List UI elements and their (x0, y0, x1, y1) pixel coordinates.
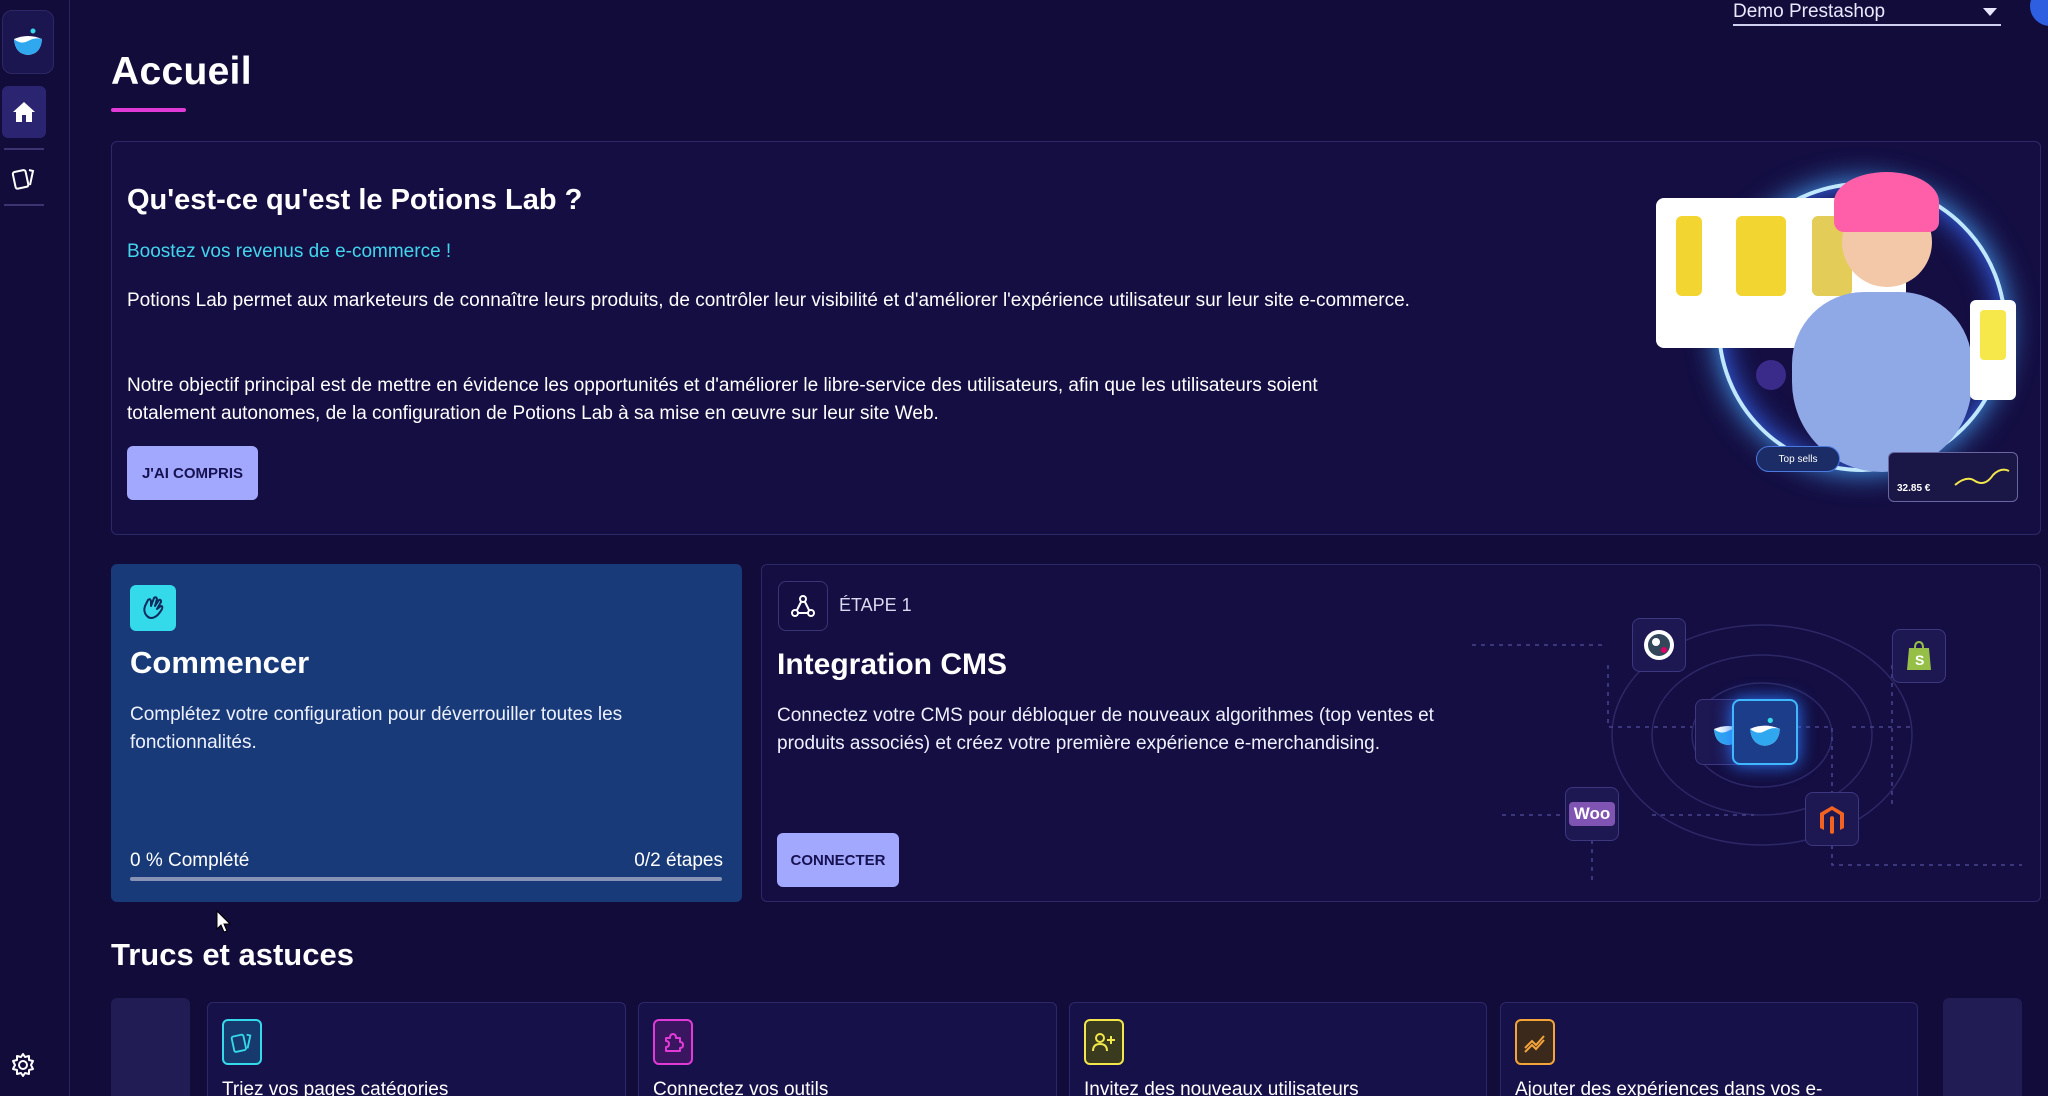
intro-title: Qu'est-ce qu'est le Potions Lab ? (127, 184, 583, 216)
badge-icon (1756, 360, 1786, 390)
person-hat (1834, 172, 1939, 232)
tips-title: Trucs et astuces (111, 937, 354, 972)
sales-card: 32.85 € (1888, 452, 2018, 502)
magento-logo-icon (1805, 792, 1859, 846)
start-title: Commencer (130, 645, 310, 680)
home-icon (13, 102, 35, 122)
connect-button[interactable]: CONNECTER (777, 833, 899, 887)
mouse-cursor-icon (216, 910, 232, 933)
understood-button[interactable]: J'AI COMPRIS (127, 446, 258, 500)
progress-label: 0 % Complété (130, 850, 250, 871)
wave-hand-icon (130, 585, 176, 631)
top-sells-pill: Top sells (1756, 446, 1840, 472)
tip-label: Ajouter des expériences dans vos e- (1515, 1079, 1823, 1096)
app-logo[interactable] (2, 10, 54, 74)
potion-center-node (1732, 699, 1798, 765)
phone-card (1970, 300, 2016, 400)
sidebar (0, 0, 70, 1096)
shopify-logo-icon: S (1892, 629, 1946, 683)
store-selector[interactable]: Demo Prestashop (1733, 0, 2001, 26)
tip-card-invite-users[interactable]: Invitez des nouveaux utilisateurs (1069, 1002, 1487, 1096)
tip-label: Invitez des nouveaux utilisateurs (1084, 1079, 1359, 1096)
start-description: Complétez votre configuration pour déver… (130, 704, 623, 753)
svg-text:S: S (1915, 652, 1924, 668)
intro-subtitle: Boostez vos revenus de e-commerce ! (127, 241, 452, 262)
cms-integration-card: ÉTAPE 1 Integration CMS Connectez votre … (761, 564, 2041, 902)
caret-down-icon (1983, 8, 1997, 16)
avatar[interactable] (2030, 0, 2048, 26)
cards-icon (11, 169, 35, 190)
sidebar-item-home[interactable] (2, 86, 46, 138)
store-selector-value: Demo Prestashop (1733, 1, 1886, 22)
sparkline-icon (1954, 468, 2010, 486)
woocommerce-logo-icon: Woo (1565, 787, 1619, 841)
sidebar-item-merchandising[interactable] (6, 160, 42, 196)
add-user-icon (1084, 1019, 1124, 1065)
tip-card-connect-tools[interactable]: Connectez vos outils (638, 1002, 1057, 1096)
cards-icon (222, 1019, 262, 1065)
title-underline (111, 108, 186, 112)
start-card: Commencer Complétez votre configuration … (111, 564, 742, 902)
person-illustration (1792, 292, 1972, 472)
cms-network-illustration: S Woo (1462, 565, 2040, 901)
tip-card-sort-categories[interactable]: Triez vos pages catégories (207, 1002, 626, 1096)
progress-steps: 0/2 étapes (634, 850, 723, 871)
puzzle-icon (653, 1019, 693, 1065)
sales-card-value: 32.85 € (1897, 483, 1931, 494)
gear-icon (12, 1053, 34, 1077)
progress-bar (130, 877, 722, 881)
prestashop-logo-icon (1632, 618, 1686, 672)
intro-paragraph-2: Notre objectif principal est de mettre e… (127, 375, 1318, 424)
intro-illustration: Top sells 32.85 € (1542, 142, 2042, 536)
cms-description: Connectez votre CMS pour débloquer de no… (777, 705, 1434, 754)
trend-icon (1515, 1019, 1555, 1065)
carousel-prev-card[interactable] (111, 998, 190, 1096)
cms-step-label: ÉTAPE 1 (839, 595, 912, 615)
sidebar-item-settings[interactable] (8, 1050, 38, 1080)
tip-label: Connectez vos outils (653, 1079, 829, 1096)
carousel-next-card[interactable] (1943, 998, 2022, 1096)
potion-logo-icon (14, 28, 42, 55)
network-icon (778, 581, 828, 631)
page-title: Accueil (111, 50, 252, 93)
tip-card-add-experiences[interactable]: Ajouter des expériences dans vos e- (1500, 1002, 1918, 1096)
product-image (1736, 216, 1786, 296)
cms-title: Integration CMS (777, 648, 1007, 681)
sidebar-divider (4, 148, 44, 150)
tip-label: Triez vos pages catégories (222, 1079, 449, 1096)
intro-paragraph-1: Potions Lab permet aux marketeurs de con… (127, 290, 1410, 311)
sidebar-divider (4, 204, 44, 206)
intro-card: Qu'est-ce qu'est le Potions Lab ? Booste… (111, 141, 2041, 535)
product-image (1676, 216, 1702, 296)
